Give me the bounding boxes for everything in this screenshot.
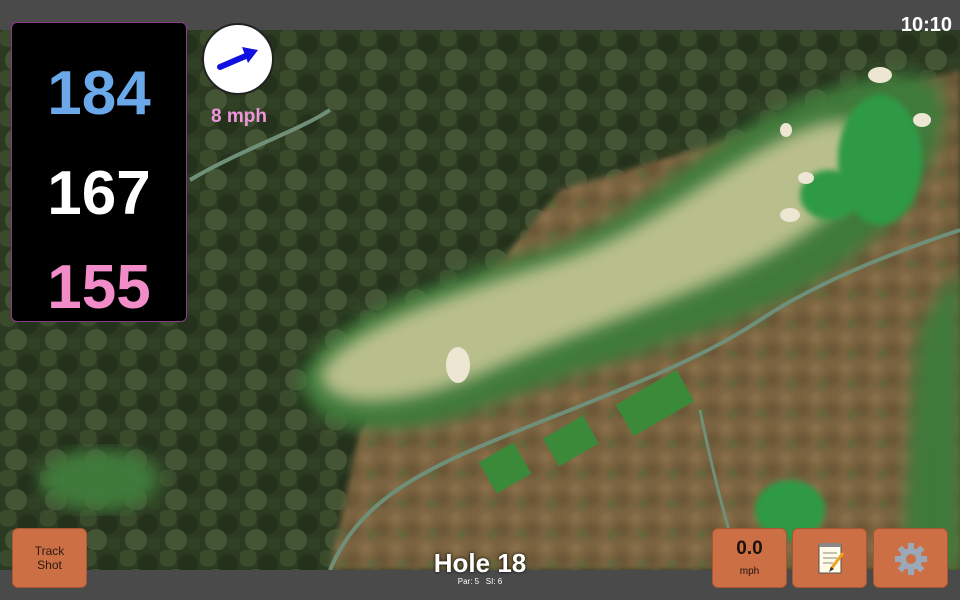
- notepad-icon: [818, 543, 845, 574]
- wind-arrow-icon: [217, 47, 258, 70]
- track-shot-button[interactable]: Track Shot: [12, 528, 87, 588]
- middle-distance: 167: [47, 159, 151, 228]
- hole-title: Hole 18: [433, 548, 527, 578]
- gear-icon: [895, 543, 927, 575]
- hole-si: SI: 6: [485, 577, 503, 586]
- settings-button[interactable]: [873, 528, 948, 588]
- notes-button[interactable]: [792, 528, 867, 588]
- track-shot-label: Track Shot: [34, 544, 65, 572]
- shot-speed-button[interactable]: 0.0 mph: [712, 528, 787, 588]
- hole-details: Par: 5 SI: 6: [380, 577, 580, 586]
- clock: 10:10: [900, 14, 952, 36]
- wind-indicator[interactable]: [202, 23, 274, 95]
- wind-speed-label: 8 mph: [211, 106, 267, 127]
- hole-par: Par: 5: [457, 577, 480, 586]
- distance-panel: 184 167 155: [11, 22, 187, 322]
- speed-unit: mph: [739, 566, 760, 577]
- speed-value: 0.0: [736, 538, 763, 559]
- back-distance: 184: [47, 59, 151, 128]
- front-distance: 155: [47, 253, 151, 322]
